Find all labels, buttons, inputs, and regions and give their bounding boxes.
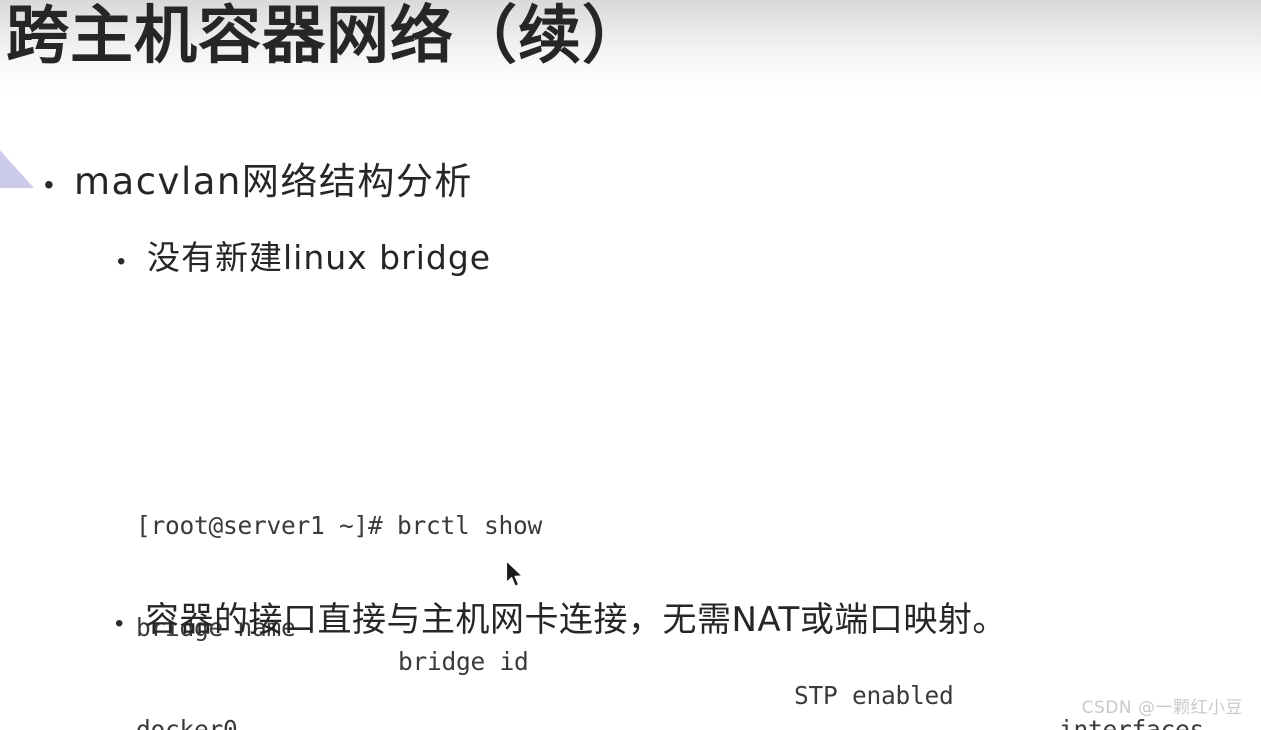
bullet-dot-icon: •: [117, 248, 126, 275]
console-data-row: docker0 8000.02425d51bf4a no: [136, 679, 252, 730]
column-header-stp-enabled: STP enabled: [794, 681, 954, 710]
bullet-label: 容器的接口直接与主机网卡连接，无需NAT或端口映射。: [145, 600, 1007, 640]
bullet-dot-icon: •: [44, 169, 54, 200]
mouse-cursor-icon: [505, 560, 527, 590]
bullet-item-macvlan-analysis: • macvlan网络结构分析: [44, 160, 473, 203]
bullet-dot-icon: •: [115, 610, 124, 637]
bullet-item-no-new-linux-bridge: • 没有新建linux bridge: [117, 238, 492, 277]
bullet-label: 没有新建linux bridge: [147, 238, 492, 277]
bullet-item-container-nic-direct: • 容器的接口直接与主机网卡连接，无需NAT或端口映射。: [115, 600, 1007, 640]
bullet-label: macvlan网络结构分析: [74, 160, 473, 203]
console-block-server1: [root@server1 ~]# brctl show bridge name…: [136, 407, 1204, 730]
console-output: [root@server1 ~]# brctl show bridge name…: [136, 305, 1204, 730]
column-header-bridge-id: bridge id: [398, 647, 529, 676]
console-command: [root@server1 ~]# brctl show: [136, 511, 543, 540]
cell-bridge-name: docker0: [136, 715, 238, 730]
slide-canvas: 跨主机容器网络（续） • macvlan网络结构分析 • 没有新建linux b…: [0, 0, 1261, 730]
csdn-watermark: CSDN @一颗红小豆: [1081, 698, 1243, 718]
decorative-triangle: [0, 126, 34, 188]
page-title: 跨主机容器网络（续）: [6, 0, 646, 72]
console-prompt-line: [root@server1 ~]# brctl show: [136, 475, 542, 540]
